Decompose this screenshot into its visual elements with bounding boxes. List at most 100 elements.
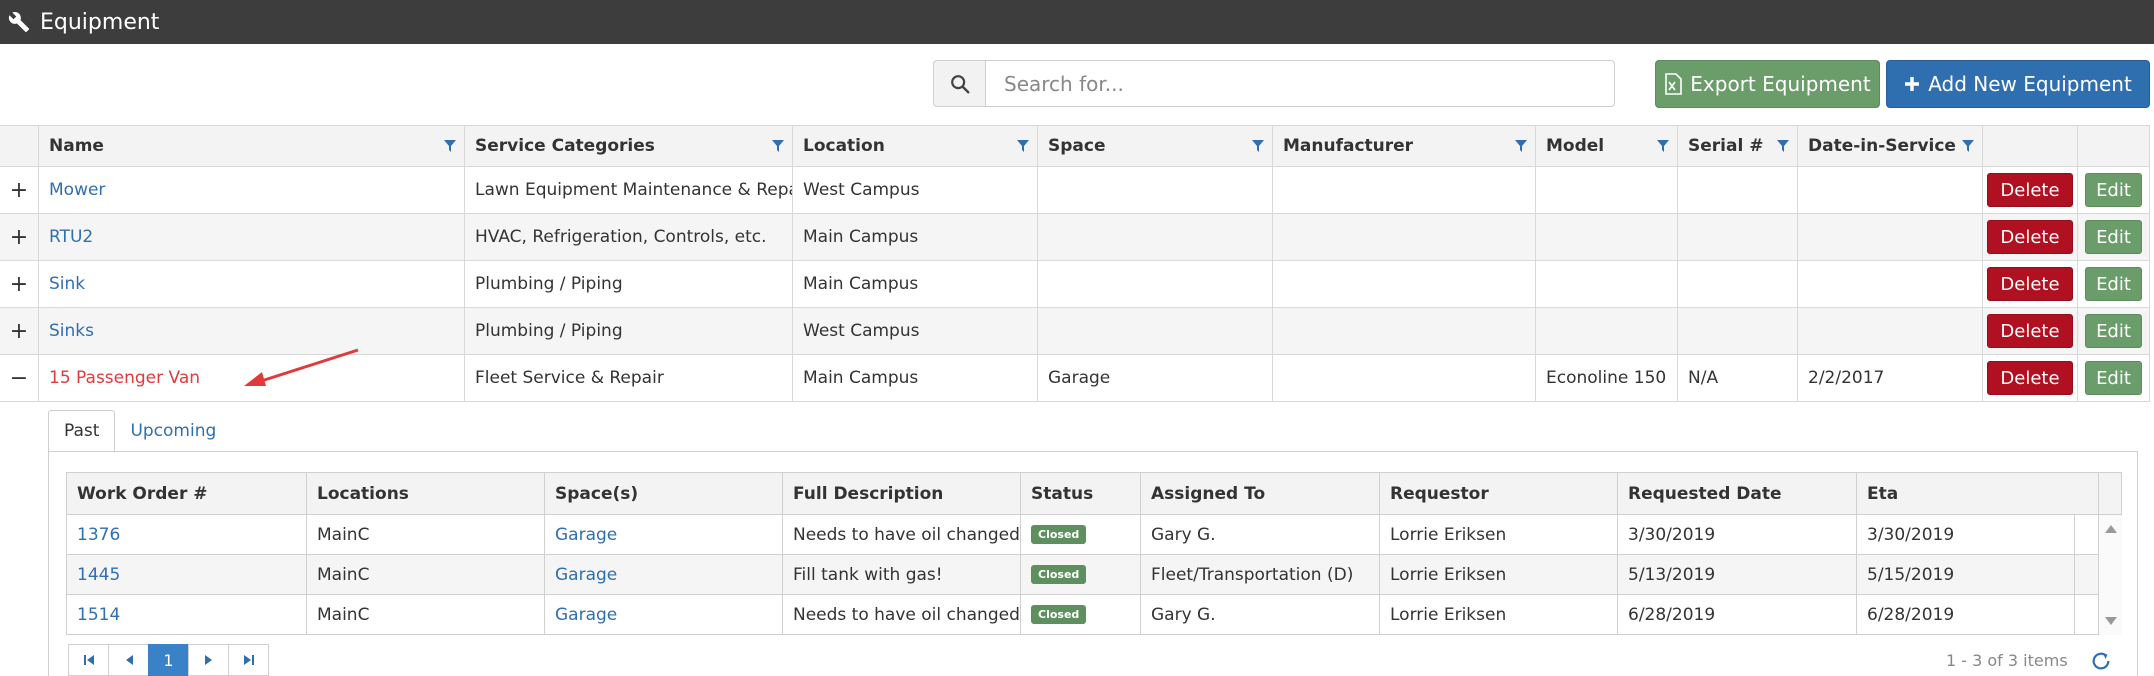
filter-icon[interactable]	[772, 140, 784, 152]
cell-requestor: Lorrie Eriksen	[1380, 555, 1618, 594]
search-input[interactable]	[985, 60, 1615, 107]
cell-serial	[1678, 167, 1798, 213]
cell-location: MainC	[307, 555, 545, 594]
equipment-name-link[interactable]: Sinks	[49, 321, 94, 341]
filter-icon[interactable]	[1252, 140, 1264, 152]
header-requestor[interactable]: Requestor	[1380, 473, 1618, 514]
work-order-grid: Work Order # Locations Space(s) Full Des…	[66, 472, 2122, 635]
filter-icon[interactable]	[1777, 140, 1789, 152]
vertical-scrollbar[interactable]	[2098, 515, 2122, 635]
add-new-equipment-button[interactable]: Add New Equipment	[1886, 60, 2150, 108]
cell-service: Plumbing / Piping	[465, 308, 793, 354]
cell-location: Main Campus	[793, 214, 1038, 260]
excel-file-icon	[1665, 73, 1683, 95]
expand-row-icon[interactable]: +	[0, 167, 39, 213]
scroll-up-icon[interactable]	[2105, 525, 2117, 533]
space-link[interactable]: Garage	[555, 605, 617, 625]
filter-icon[interactable]	[1962, 140, 1974, 152]
space-link[interactable]: Garage	[555, 525, 617, 545]
cell-space	[1038, 308, 1273, 354]
collapse-row-icon[interactable]: −	[0, 355, 39, 401]
header-eta[interactable]: Eta	[1857, 473, 2099, 514]
expand-row-icon[interactable]: +	[0, 214, 39, 260]
delete-button[interactable]: Delete	[1987, 220, 2073, 254]
edit-button[interactable]: Edit	[2085, 220, 2142, 254]
filter-icon[interactable]	[1657, 140, 1669, 152]
previous-page-button[interactable]	[108, 644, 149, 676]
edit-button[interactable]: Edit	[2085, 173, 2142, 207]
cell-manufacturer	[1273, 214, 1536, 260]
cell-requested-date: 5/13/2019	[1618, 555, 1857, 594]
page-number-button[interactable]: 1	[148, 644, 189, 676]
cell-serial: N/A	[1678, 355, 1798, 401]
equipment-name-link[interactable]: RTU2	[49, 227, 93, 247]
header-assigned-to[interactable]: Assigned To	[1141, 473, 1380, 514]
cell-service: Lawn Equipment Maintenance & Repair	[465, 167, 793, 213]
first-page-button[interactable]	[68, 644, 109, 676]
header-name[interactable]: Name	[39, 126, 465, 166]
next-page-icon	[204, 655, 212, 665]
edit-button[interactable]: Edit	[2085, 267, 2142, 301]
space-link[interactable]: Garage	[555, 565, 617, 585]
header-status[interactable]: Status	[1021, 473, 1141, 514]
work-order-link[interactable]: 1376	[77, 525, 120, 545]
work-order-grid-header: Work Order # Locations Space(s) Full Des…	[66, 472, 2122, 515]
header-spaces[interactable]: Space(s)	[545, 473, 783, 514]
edit-button[interactable]: Edit	[2085, 314, 2142, 348]
table-row: + Sink Plumbing / Piping Main Campus Del…	[0, 261, 2150, 308]
header-date-in-service[interactable]: Date-in-Service	[1798, 126, 1983, 166]
last-page-button[interactable]	[228, 644, 269, 676]
cell-serial	[1678, 308, 1798, 354]
cell-description: Needs to have oil changed.	[783, 515, 1021, 554]
search-button[interactable]	[933, 60, 986, 107]
cell-eta: 3/30/2019	[1857, 515, 2075, 554]
header-requested-date[interactable]: Requested Date	[1618, 473, 1857, 514]
toolbar: Export Equipment Add New Equipment	[0, 44, 2154, 125]
search-icon	[950, 74, 969, 93]
cell-space	[1038, 167, 1273, 213]
header-model[interactable]: Model	[1536, 126, 1678, 166]
scroll-down-icon[interactable]	[2105, 617, 2117, 625]
next-page-button[interactable]	[188, 644, 229, 676]
add-new-equipment-label: Add New Equipment	[1928, 72, 2132, 96]
equipment-name-link[interactable]: Sink	[49, 274, 85, 294]
delete-button[interactable]: Delete	[1987, 267, 2073, 301]
tab-upcoming[interactable]: Upcoming	[115, 410, 231, 452]
header-work-order[interactable]: Work Order #	[67, 473, 307, 514]
filter-icon[interactable]	[1017, 140, 1029, 152]
cell-date	[1798, 167, 1983, 213]
title-bar: Equipment	[0, 0, 2154, 44]
delete-button[interactable]: Delete	[1987, 361, 2073, 395]
filter-icon[interactable]	[1515, 140, 1527, 152]
header-full-description[interactable]: Full Description	[783, 473, 1021, 514]
header-serial[interactable]: Serial #	[1678, 126, 1798, 166]
cell-space: Garage	[1038, 355, 1273, 401]
work-order-link[interactable]: 1445	[77, 565, 120, 585]
refresh-icon[interactable]	[2090, 650, 2112, 672]
annotation-arrow-icon	[244, 348, 359, 386]
delete-button[interactable]: Delete	[1987, 173, 2073, 207]
tab-past[interactable]: Past	[48, 410, 116, 452]
table-row: + Mower Lawn Equipment Maintenance & Rep…	[0, 167, 2150, 214]
equipment-name-link[interactable]: Mower	[49, 180, 105, 200]
header-location[interactable]: Location	[793, 126, 1038, 166]
header-space[interactable]: Space	[1038, 126, 1273, 166]
cell-serial	[1678, 261, 1798, 307]
expand-row-icon[interactable]: +	[0, 308, 39, 354]
cell-location: MainC	[307, 595, 545, 634]
first-page-icon	[83, 655, 94, 665]
header-service-categories[interactable]: Service Categories	[465, 126, 793, 166]
export-equipment-button[interactable]: Export Equipment	[1655, 60, 1880, 108]
table-row: 1514 MainC Garage Needs to have oil chan…	[66, 595, 2122, 635]
expand-row-icon[interactable]: +	[0, 261, 39, 307]
filter-icon[interactable]	[444, 140, 456, 152]
header-manufacturer[interactable]: Manufacturer	[1273, 126, 1536, 166]
header-locations[interactable]: Locations	[307, 473, 545, 514]
work-order-link[interactable]: 1514	[77, 605, 120, 625]
delete-button[interactable]: Delete	[1987, 314, 2073, 348]
pager-info: 1 - 3 of 3 items	[1946, 651, 2068, 670]
cell-manufacturer	[1273, 167, 1536, 213]
edit-button[interactable]: Edit	[2085, 361, 2142, 395]
equipment-name-link[interactable]: 15 Passenger Van	[49, 368, 200, 388]
table-row: 1445 MainC Garage Fill tank with gas! Cl…	[66, 555, 2122, 595]
